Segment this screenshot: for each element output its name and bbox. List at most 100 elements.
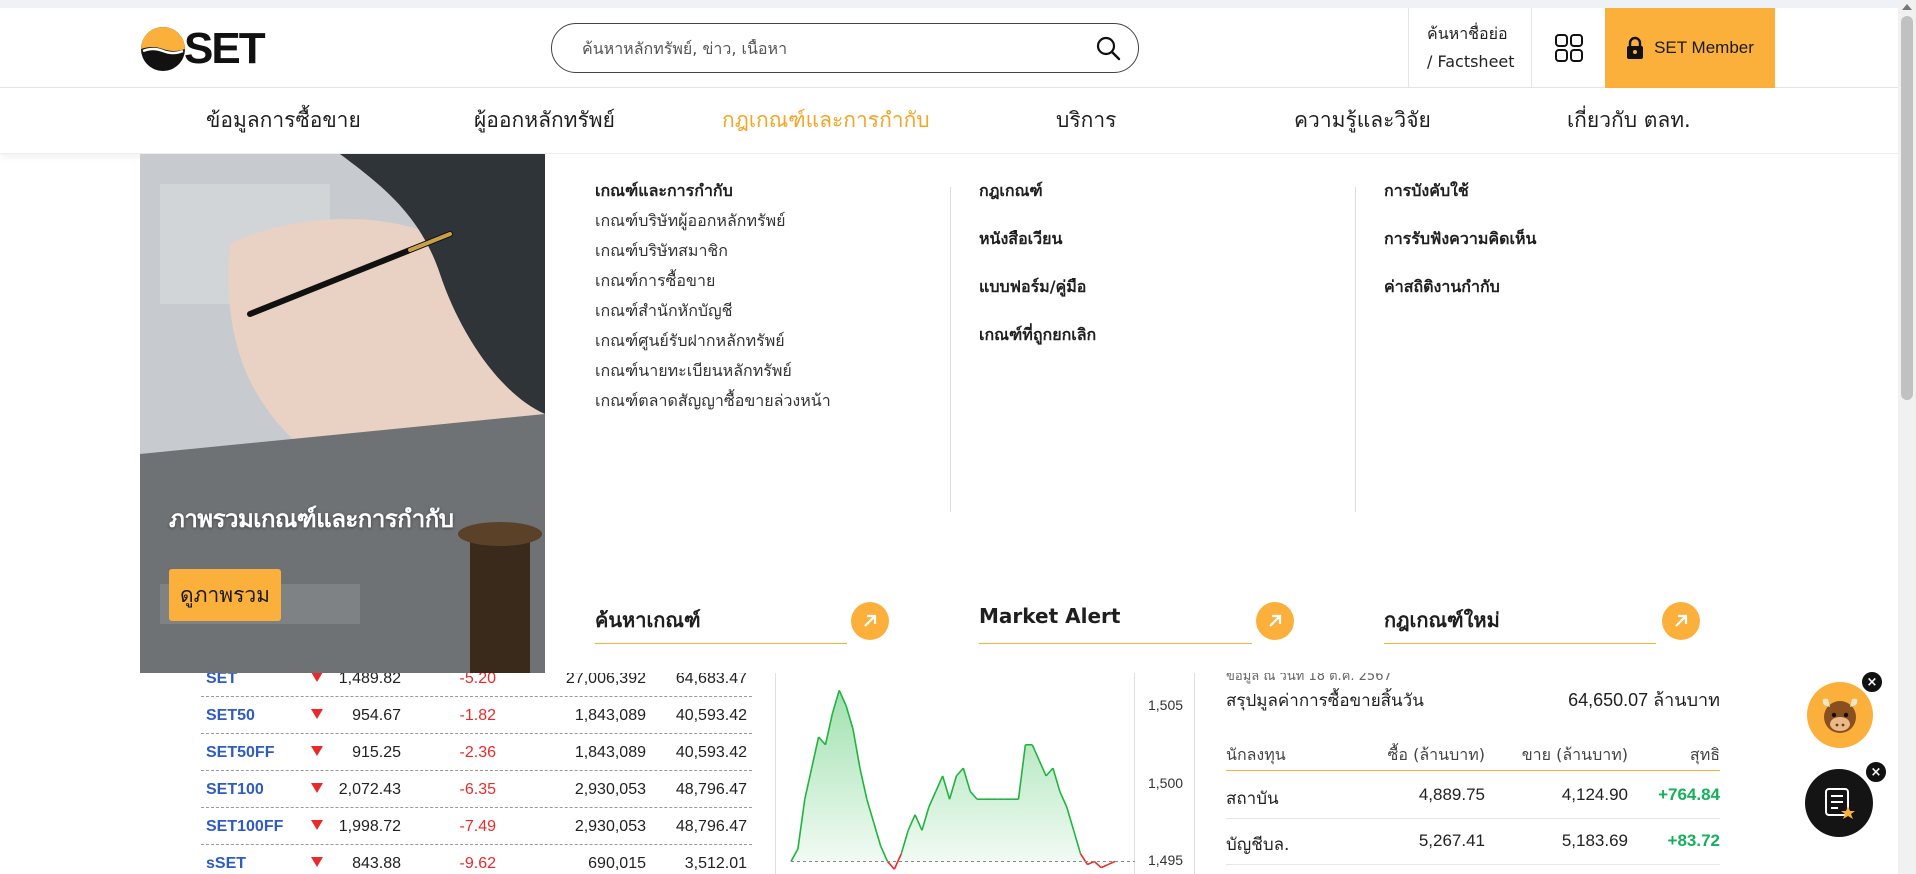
nav-knowledge-research[interactable]: ความรู้และวิจัย <box>1294 88 1431 152</box>
quick-link-label: ค้นหาเกณฑ์ <box>595 608 701 632</box>
scroll-up-arrow[interactable] <box>1902 4 1912 10</box>
main-nav: ข้อมูลการซื้อขาย ผู้ออกหลักทรัพย์ กฎเกณฑ… <box>0 88 1898 154</box>
column-divider <box>1355 187 1356 512</box>
index-last: 843.88 <box>352 855 401 872</box>
site-header: SET ค้นหาชื่อย่อ / Factsheet SET Member <box>0 8 1898 88</box>
lock-icon <box>1627 36 1644 59</box>
header-investor: นักลงทุน <box>1226 745 1286 764</box>
index-value: 40,593.42 <box>675 744 747 761</box>
menu-link[interactable]: หนังสือเวียน <box>979 224 1096 254</box>
rules-mega-menu: ภาพรวมเกณฑ์และการกำกับ ดูภาพรวม เกณฑ์และ… <box>140 154 1898 673</box>
apps-grid-icon <box>1554 34 1583 62</box>
down-triangle-icon <box>311 672 323 682</box>
enforcement-column: การบังคับใช้ การรับฟังความคิดเห็น ค่าสถิ… <box>1384 176 1536 320</box>
index-change: -7.49 <box>459 818 496 835</box>
watchlist-notes-button[interactable] <box>1805 769 1873 837</box>
menu-link[interactable]: เกณฑ์นายทะเบียนหลักทรัพย์ <box>595 356 831 386</box>
index-row[interactable]: sSET 843.88 -9.62 690,015 3,512.01 <box>201 845 752 874</box>
index-name[interactable]: SET100 <box>206 781 264 799</box>
index-name[interactable]: SET100FF <box>206 818 283 836</box>
rules-column: เกณฑ์และการกำกับ เกณฑ์บริษัทผู้ออกหลักทร… <box>595 176 831 416</box>
arrow-up-right-icon <box>851 602 889 640</box>
row-investor: สถาบัน <box>1226 789 1279 809</box>
index-name[interactable]: SET50FF <box>206 744 274 762</box>
set-logo[interactable]: SET <box>140 26 266 72</box>
index-row[interactable]: SET50FF 915.25 -2.36 1,843,089 40,593.42 <box>201 734 752 771</box>
index-value: 48,796.47 <box>675 781 747 798</box>
row-net: +764.84 <box>1658 785 1720 804</box>
search-input[interactable] <box>582 38 1092 58</box>
row-investor: บัญชีบล. <box>1226 835 1290 855</box>
row-sell: 5,183.69 <box>1561 831 1628 850</box>
search-icon <box>1096 36 1121 61</box>
index-row[interactable]: SET100FF 1,998.72 -7.49 2,930,053 48,796.47 <box>201 808 752 845</box>
index-value: 48,796.47 <box>675 818 747 835</box>
nav-rules-regulation[interactable]: กฎเกณฑ์และการกำกับ <box>722 88 930 152</box>
index-change: -2.36 <box>459 744 496 761</box>
apps-button[interactable] <box>1532 8 1605 88</box>
row-net: +83.72 <box>1667 831 1720 850</box>
menu-link[interactable]: การบังคับใช้ <box>1384 176 1536 206</box>
column-divider <box>950 187 951 512</box>
row-buy: 5,267.41 <box>1418 831 1485 850</box>
search-button[interactable] <box>1092 32 1124 64</box>
top-strip <box>0 0 1898 8</box>
index-value: 40,593.42 <box>675 707 747 724</box>
search-box <box>551 23 1139 73</box>
menu-link[interactable]: เกณฑ์การซื้อขาย <box>595 266 831 296</box>
nav-issuers[interactable]: ผู้ออกหลักทรัพย์ <box>474 88 615 152</box>
index-volume: 690,015 <box>588 855 646 872</box>
index-name[interactable]: SET50 <box>206 707 255 725</box>
quick-link-new-rules[interactable]: กฎเกณฑ์ใหม่ <box>1384 602 1700 644</box>
factsheet-search-link[interactable]: ค้นหาชื่อย่อ / Factsheet <box>1408 8 1532 88</box>
menu-link[interactable]: เกณฑ์บริษัทสมาชิก <box>595 236 831 266</box>
down-triangle-icon <box>311 857 323 867</box>
index-last: 954.67 <box>352 707 401 724</box>
arrow-up-right-icon <box>1662 602 1700 640</box>
menu-link[interactable]: การรับฟังความคิดเห็น <box>1384 224 1536 254</box>
menu-link[interactable]: เกณฑ์สำนักหักบัญชี <box>595 296 831 326</box>
down-triangle-icon <box>311 709 323 719</box>
menu-link[interactable]: เกณฑ์ตลาดสัญญาซื้อขายล่วงหน้า <box>595 386 831 416</box>
view-overview-button[interactable]: ดูภาพรวม <box>169 569 281 621</box>
factsheet-line1: ค้นหาชื่อย่อ <box>1427 24 1508 43</box>
close-mascot-button[interactable]: × <box>1860 670 1884 694</box>
chart-plot <box>790 690 1135 870</box>
index-last: 915.25 <box>352 744 401 761</box>
scroll-thumb[interactable] <box>1901 16 1913 400</box>
rules-column-title[interactable]: เกณฑ์และการกำกับ <box>595 176 831 206</box>
factsheet-line2: / Factsheet <box>1427 52 1515 71</box>
menu-link[interactable]: กฎเกณฑ์ <box>979 176 1096 206</box>
chart-y-tick: 1,505 <box>1148 696 1184 713</box>
set-member-button[interactable]: SET Member <box>1605 8 1775 88</box>
quick-link-rule-search[interactable]: ค้นหาเกณฑ์ <box>595 602 889 644</box>
chart-y-tick: 1,500 <box>1148 774 1184 791</box>
index-volume: 1,843,089 <box>574 707 646 724</box>
menu-link[interactable]: แบบฟอร์ม/คู่มือ <box>979 272 1096 302</box>
down-triangle-icon <box>311 820 323 830</box>
close-notes-button[interactable]: × <box>1864 760 1888 784</box>
quick-link-label: กฎเกณฑ์ใหม่ <box>1384 608 1500 632</box>
summary-row: บัญชีบล. 5,267.41 5,183.69 +83.72 <box>1226 819 1720 865</box>
index-row[interactable]: SET100 2,072.43 -6.35 2,930,053 48,796.47 <box>201 771 752 808</box>
menu-link[interactable]: เกณฑ์บริษัทผู้ออกหลักทรัพย์ <box>595 206 831 236</box>
index-value: 3,512.01 <box>684 855 747 872</box>
quick-link-market-alert[interactable]: Market Alert <box>979 602 1294 644</box>
index-last: 2,072.43 <box>338 781 401 798</box>
mascot-bull-icon <box>1822 698 1858 733</box>
index-name[interactable]: sSET <box>206 855 246 873</box>
nav-trading-info[interactable]: ข้อมูลการซื้อขาย <box>206 88 361 152</box>
menu-link[interactable]: ค่าสถิติงานกำกับ <box>1384 272 1536 302</box>
page-scrollbar[interactable] <box>1898 0 1916 874</box>
nav-services[interactable]: บริการ <box>1056 88 1116 152</box>
index-chart: 1,505 1,500 1,495 <box>775 667 1195 874</box>
menu-link[interactable]: เกณฑ์ศูนย์รับฝากหลักทรัพย์ <box>595 326 831 356</box>
index-row[interactable]: SET50 954.67 -1.82 1,843,089 40,593.42 <box>201 697 752 734</box>
index-volume: 2,930,053 <box>574 818 646 835</box>
nav-about-set[interactable]: เกี่ยวกับ ตลท. <box>1567 88 1691 152</box>
notes-star-icon <box>1825 788 1855 819</box>
chatbot-mascot-button[interactable] <box>1807 682 1873 748</box>
arrow-up-right-icon <box>1256 602 1294 640</box>
down-triangle-icon <box>311 746 323 756</box>
menu-link[interactable]: เกณฑ์ที่ถูกยกเลิก <box>979 320 1096 350</box>
